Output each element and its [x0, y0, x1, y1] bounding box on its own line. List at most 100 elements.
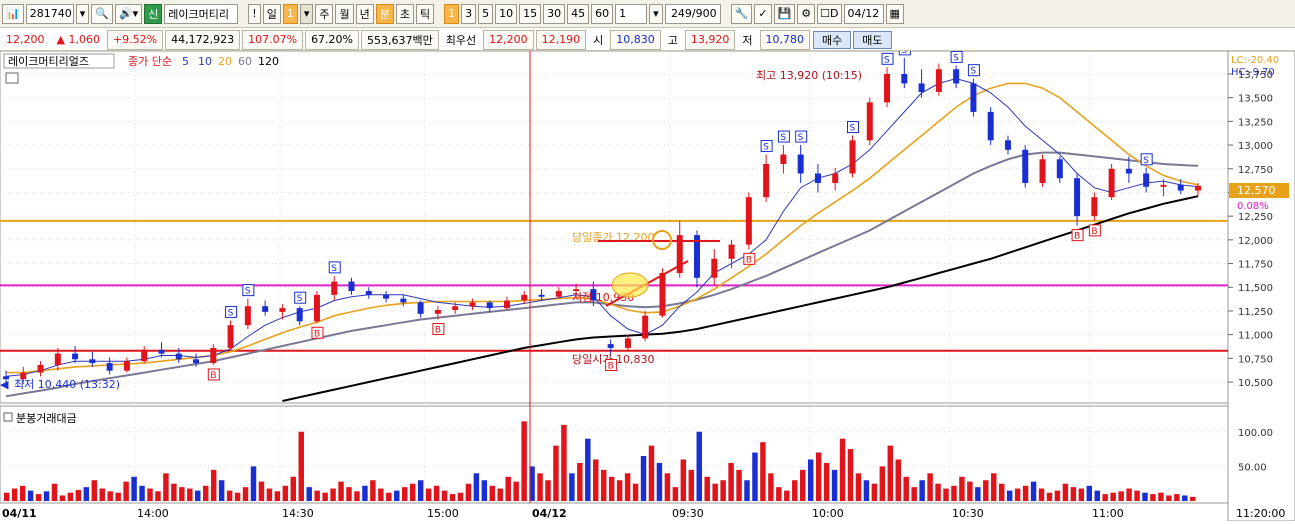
candle-body: [624, 338, 631, 348]
price-chart[interactable]: 13,75013,50013,25013,00012,75012,50012,2…: [0, 43, 1295, 522]
buy-marker-label: B: [435, 325, 441, 335]
period-minute-button[interactable]: 분: [375, 3, 394, 24]
minute-30-button[interactable]: 30: [543, 3, 566, 24]
minute-45-button[interactable]: 45: [567, 3, 590, 24]
chart-area[interactable]: 13,75013,50013,25013,00012,75012,50012,2…: [0, 43, 1295, 522]
grid-toggle-icon[interactable]: [5, 72, 19, 84]
corner-lc: LC:-20.40: [1231, 55, 1279, 66]
save-icon[interactable]: 💾: [773, 3, 796, 24]
volume-bar: [314, 490, 320, 501]
settings-gear-icon[interactable]: ⚙: [797, 3, 816, 24]
volume-bar: [99, 488, 105, 501]
volume-bar: [1182, 495, 1188, 501]
volume-bar: [425, 488, 432, 501]
volume-bar: [234, 492, 241, 501]
x-tick-label: 10:30: [952, 507, 984, 520]
search-icon[interactable]: 🔍: [91, 3, 113, 24]
volume-bar: [999, 483, 1005, 501]
minute-3-button[interactable]: 3: [461, 3, 477, 24]
interval-input[interactable]: 1: [615, 3, 648, 24]
minute-60-button[interactable]: 60: [591, 3, 614, 24]
period-second-button[interactable]: 초: [395, 3, 414, 24]
speaker-icon[interactable]: 🔊▾: [114, 3, 143, 24]
candle-body: [158, 349, 165, 354]
high-label: 고: [667, 33, 678, 47]
buy-marker-label: B: [746, 255, 752, 265]
volume-bar: [1174, 494, 1180, 501]
calendar-icon[interactable]: ▦: [885, 3, 904, 24]
sell-button[interactable]: 매도: [853, 30, 892, 49]
chart-title: 레이크머티리얼즈: [8, 54, 89, 68]
bar-count-input[interactable]: 249/900: [664, 3, 721, 24]
low-highlight-ellipse: [611, 272, 649, 298]
check-icon[interactable]: ✓: [754, 3, 772, 24]
tools-icon[interactable]: 🔧: [730, 3, 753, 24]
date-input[interactable]: 04/12: [843, 3, 884, 24]
legend-ma60: 60: [238, 55, 252, 68]
d-checkbox[interactable]: ☐ D: [817, 3, 842, 24]
volume-bar: [855, 473, 862, 501]
period-month-button[interactable]: 월: [335, 3, 354, 24]
volume-y-tick-label: 100.00: [1238, 428, 1273, 439]
y-tick-label: 11,500: [1238, 283, 1273, 294]
volume-bar: [489, 485, 496, 501]
volume-bar: [807, 459, 814, 501]
stock-code-input[interactable]: 281740: [25, 3, 74, 24]
volume-panel-toggle-icon[interactable]: [3, 412, 13, 422]
volume-bar: [736, 469, 742, 501]
period-week-button[interactable]: 주: [315, 3, 334, 24]
chart-menu-icon[interactable]: 📊: [2, 3, 24, 24]
volume-bar: [218, 480, 225, 501]
sell-marker-label: S: [953, 53, 959, 63]
volume-bar: [863, 480, 870, 501]
volume-bar: [608, 476, 615, 501]
volume-bar: [242, 487, 249, 501]
y-tick-label: 12,250: [1238, 212, 1273, 223]
candle-body: [348, 281, 355, 292]
y-tick-label: 11,250: [1238, 307, 1273, 318]
volume-bar: [1006, 490, 1013, 501]
sell-marker-label: S: [1143, 156, 1149, 166]
volume-bar: [951, 485, 957, 501]
minute-10-button[interactable]: 10: [495, 3, 518, 24]
volume-bar: [346, 487, 352, 501]
candle-body: [797, 154, 804, 174]
period-dropdown-icon[interactable]: ▾: [299, 3, 314, 24]
volume-bar: [473, 473, 480, 501]
minute-1-button[interactable]: 1: [444, 3, 460, 24]
x-tick-label: 09:30: [672, 507, 704, 520]
sell-marker-label: S: [849, 124, 855, 134]
candle-body: [780, 154, 787, 165]
x-tick-label: 04/11: [2, 507, 37, 520]
minute-15-button[interactable]: 15: [519, 3, 542, 24]
candle-body: [538, 294, 545, 297]
period-tick-button[interactable]: 틱: [415, 3, 435, 24]
volume-bar: [871, 483, 878, 501]
stock-name[interactable]: 레이크머티리: [164, 3, 239, 24]
period-day-button[interactable]: 일: [262, 3, 281, 24]
volume-bar: [115, 492, 121, 501]
candle-body: [711, 258, 718, 278]
open-label: 시: [593, 33, 604, 47]
volume-bar: [847, 449, 854, 501]
code-dropdown-icon[interactable]: ▾: [75, 3, 90, 24]
volume-bar: [417, 480, 424, 501]
volume-bar: [672, 487, 679, 501]
volume-bar: [919, 480, 925, 501]
volume-bar: [895, 459, 901, 501]
buy-button[interactable]: 매수: [813, 30, 852, 49]
interval-dropdown-icon[interactable]: ▾: [649, 3, 663, 24]
minute-5-button[interactable]: 5: [478, 3, 494, 24]
volume-bar: [1022, 485, 1029, 501]
period-year-button[interactable]: 년: [355, 3, 374, 24]
volume-bar: [35, 494, 42, 501]
candle-body: [970, 83, 977, 112]
candle-body: [1143, 173, 1150, 187]
candle-body: [987, 111, 994, 141]
volume-bar: [688, 469, 695, 501]
period-alert-button[interactable]: !: [248, 3, 261, 24]
candle-body: [1091, 197, 1098, 217]
period-day-count[interactable]: 1: [282, 3, 298, 24]
volume-bar: [123, 481, 129, 501]
volume-bar: [386, 492, 392, 501]
